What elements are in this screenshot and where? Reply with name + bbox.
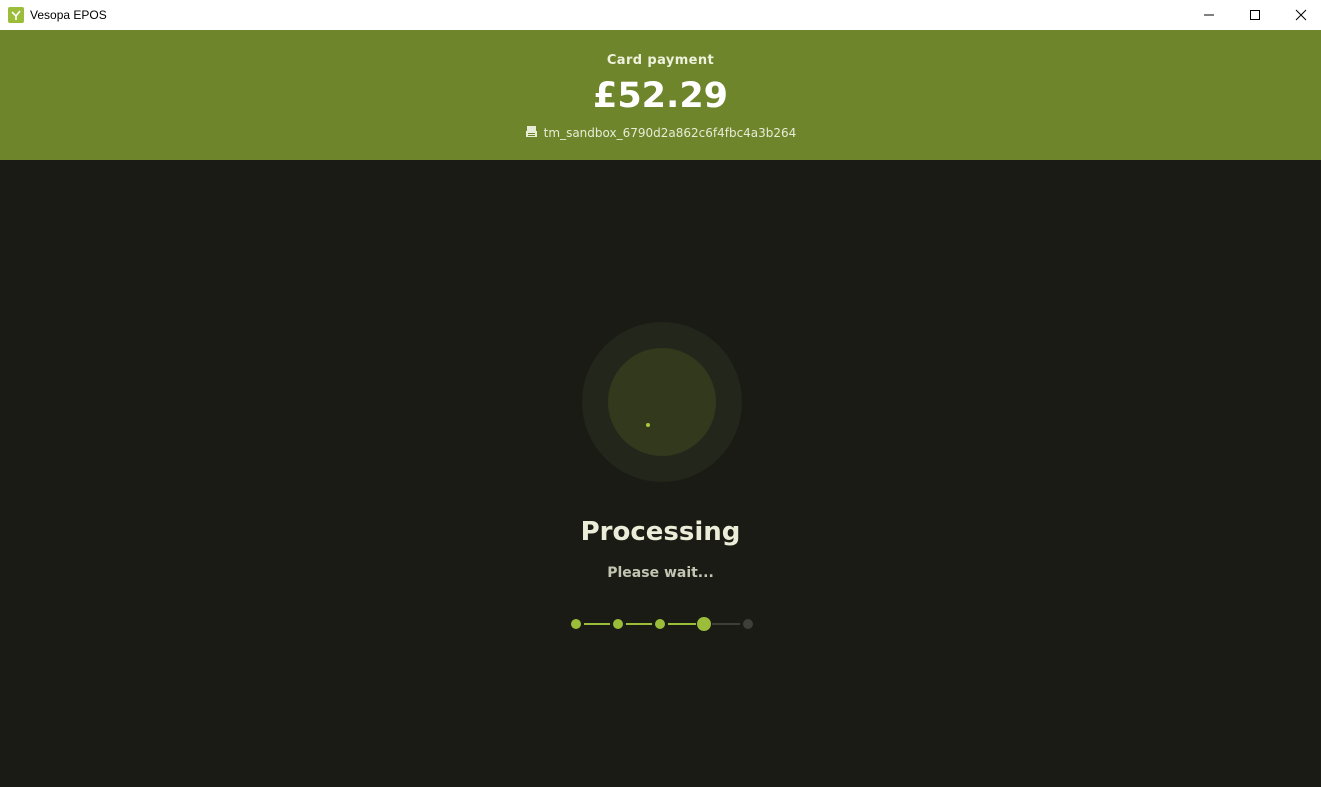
maximize-button[interactable]	[1232, 0, 1278, 30]
spinner-core	[608, 348, 716, 456]
payment-amount: £52.29	[592, 76, 729, 116]
progress-step-current	[697, 617, 711, 631]
spinner-dot	[646, 423, 650, 427]
progress-step	[613, 619, 623, 629]
close-button[interactable]	[1278, 0, 1321, 30]
status-title: Processing	[580, 517, 741, 547]
payment-header: Card payment £52.29 tm_sandbox_6790d2a86…	[0, 30, 1321, 160]
progress-steps	[571, 617, 753, 631]
payment-status-panel: Processing Please wait...	[0, 160, 1321, 787]
window-titlebar: Vesopa EPOS	[0, 0, 1321, 30]
close-icon	[1295, 9, 1307, 21]
progress-step	[743, 619, 753, 629]
status-subtitle: Please wait...	[607, 565, 714, 581]
window-title: Vesopa EPOS	[30, 8, 107, 22]
card-terminal-icon	[525, 125, 538, 141]
minimize-icon	[1204, 14, 1214, 16]
minimize-button[interactable]	[1186, 0, 1232, 30]
vesopa-logo-icon	[8, 7, 24, 23]
processing-spinner	[582, 322, 742, 482]
terminal-info: tm_sandbox_6790d2a862c6f4fbc4a3b264	[0, 125, 1321, 141]
payment-type-label: Card payment	[606, 53, 715, 68]
progress-step	[655, 619, 665, 629]
maximize-icon	[1250, 10, 1260, 20]
terminal-id: tm_sandbox_6790d2a862c6f4fbc4a3b264	[543, 126, 797, 140]
progress-step	[571, 619, 581, 629]
